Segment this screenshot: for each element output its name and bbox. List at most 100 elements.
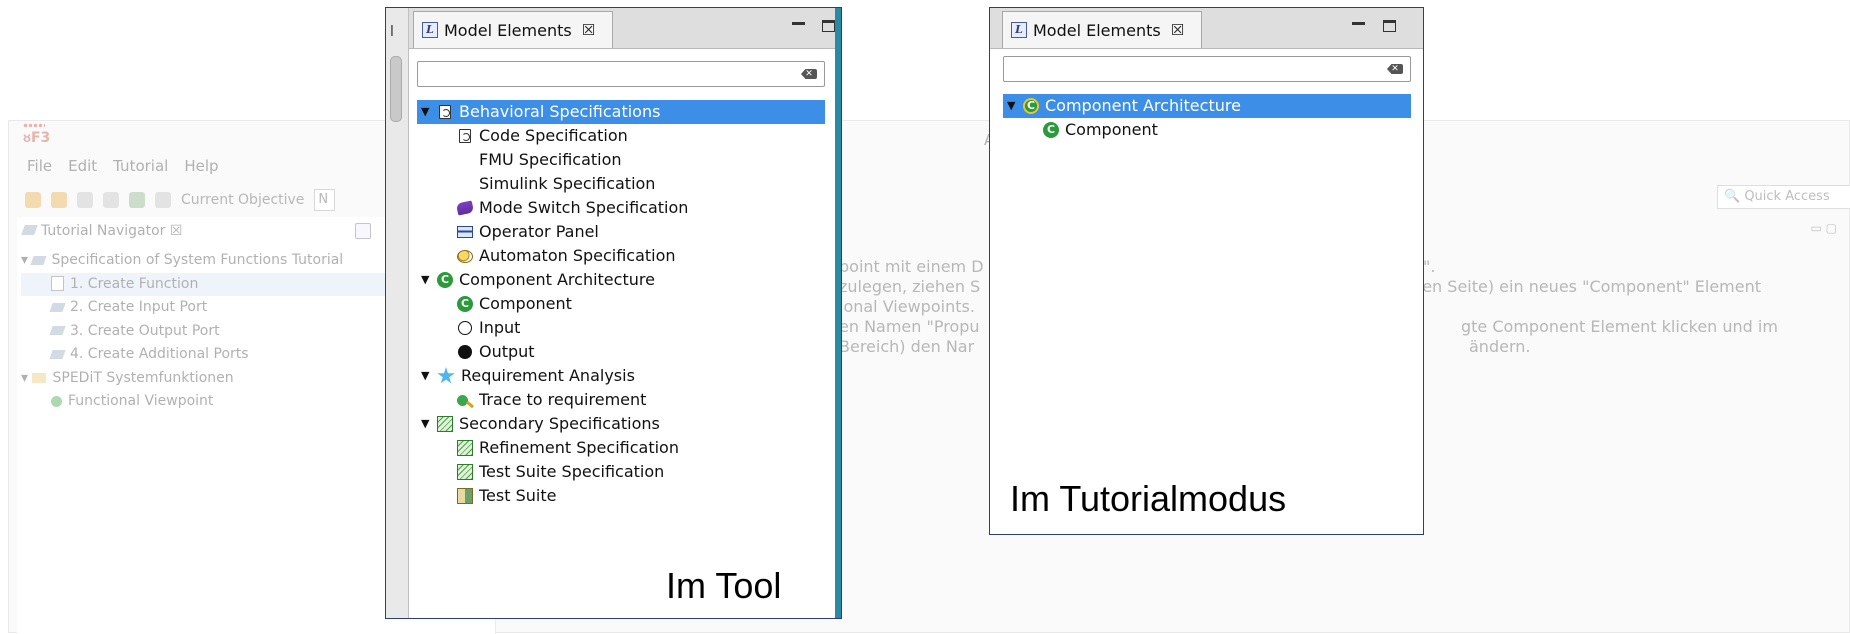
tree-item[interactable]: ▼ Component Architecture — [1003, 94, 1411, 118]
instruction-text: point mit einem D — [839, 257, 984, 276]
scrollbar-thumb[interactable] — [390, 56, 402, 122]
app-toolbar-icon[interactable] — [25, 192, 41, 208]
tree-item[interactable]: FMU Specification — [417, 148, 825, 172]
adjacent-view-edge: l — [386, 8, 409, 618]
menu-bar: File Edit Tutorial Help — [27, 157, 219, 175]
expand-arrow-icon[interactable]: ▼ — [421, 412, 431, 436]
view-tab-strip: L Model Elements ☒ — [409, 8, 841, 49]
navigator-item-label: SPEDiT Systemfunktionen — [52, 369, 234, 386]
expand-arrow-icon[interactable]: ▾ — [21, 370, 32, 386]
tree-item-label: Component Architecture — [459, 270, 655, 289]
model-elements-tree: ▼ Component Architecture Component — [1003, 94, 1411, 142]
tree-item[interactable]: Test Suite — [417, 484, 825, 508]
tree-item-label: Simulink Specification — [479, 174, 656, 193]
maximize-button[interactable] — [1383, 20, 1396, 32]
menu-tutorial[interactable]: Tutorial — [113, 157, 168, 175]
tree-item[interactable]: Component — [1003, 118, 1411, 142]
expand-arrow-icon[interactable]: ▾ — [21, 252, 32, 268]
tutorial-icon — [30, 255, 48, 265]
panel-right-edge — [835, 8, 841, 618]
instruction-text: chten Seite) ein neues "Component" Eleme… — [1397, 277, 1762, 296]
component-icon — [437, 272, 453, 288]
model-elements-tab[interactable]: L Model Elements ☒ — [413, 11, 613, 48]
maximize-button[interactable] — [822, 20, 835, 32]
model-elements-icon: L — [1011, 22, 1027, 38]
view-tab-strip: L Model Elements ☒ — [990, 8, 1423, 49]
mode-switch-icon — [455, 200, 475, 216]
star-icon — [437, 367, 455, 384]
tree-item-label: Behavioral Specifications — [459, 102, 661, 121]
automaton-icon — [457, 249, 473, 263]
tree-item[interactable]: Refinement Specification — [417, 436, 825, 460]
quick-access-placeholder: Quick Access — [1744, 189, 1830, 204]
menu-file[interactable]: File — [27, 157, 52, 175]
tree-item[interactable]: ▼ Secondary Specifications — [417, 412, 825, 436]
component-icon — [1023, 98, 1039, 114]
filter-input[interactable]: ✕ — [417, 61, 825, 87]
tree-item-label: Requirement Analysis — [461, 366, 635, 385]
model-elements-tab[interactable]: L Model Elements ☒ — [1002, 11, 1202, 48]
tree-item[interactable]: ▼ Behavioral Specifications — [417, 100, 825, 124]
menu-edit[interactable]: Edit — [68, 157, 97, 175]
back-icon[interactable] — [129, 192, 145, 208]
tree-item-label: Test Suite — [479, 486, 557, 505]
editor-window-controls[interactable]: ▭ ▢ — [1811, 221, 1838, 235]
expand-arrow-icon[interactable]: ▼ — [1007, 94, 1017, 118]
tree-item[interactable]: Test Suite Specification — [417, 460, 825, 484]
document-icon — [51, 276, 64, 291]
navigator-item-label: 4. Create Additional Ports — [70, 346, 249, 362]
tree-item[interactable]: Trace to requirement — [417, 388, 825, 412]
tree-item-label: Operator Panel — [479, 222, 599, 241]
tree-item[interactable]: Output — [417, 340, 825, 364]
tree-item-label: Code Specification — [479, 126, 628, 145]
tree-item[interactable]: ▼ Requirement Analysis — [417, 364, 825, 388]
tree-item[interactable]: Input — [417, 316, 825, 340]
tree-item-label: Automaton Specification — [479, 246, 676, 265]
collapse-all-icon[interactable] — [355, 223, 371, 239]
tree-item[interactable]: ▼ Component Architecture — [417, 268, 825, 292]
trace-icon — [457, 394, 468, 406]
filter-input[interactable]: ✕ — [1003, 56, 1411, 82]
secondary-spec-icon — [437, 416, 453, 432]
new-icon[interactable] — [51, 192, 67, 208]
tree-item[interactable]: Component — [417, 292, 825, 316]
tutorial-navigator-tab[interactable]: Tutorial Navigator ☒ — [21, 219, 183, 243]
clear-filter-icon[interactable]: ✕ — [801, 69, 817, 79]
component-icon — [51, 395, 62, 407]
navigator-item-label: 2. Create Input Port — [70, 299, 208, 315]
caption-im-tutorialmodus: Im Tutorialmodus — [1010, 478, 1287, 519]
blank-icon — [457, 176, 473, 192]
save-icon[interactable] — [77, 192, 93, 208]
tree-item-label: Trace to requirement — [479, 390, 647, 409]
tree-item[interactable]: Operator Panel — [417, 220, 825, 244]
navigator-icon — [21, 225, 38, 235]
menu-help[interactable]: Help — [184, 157, 218, 175]
close-icon[interactable]: ☒ — [170, 223, 183, 239]
tree-item[interactable]: Simulink Specification — [417, 172, 825, 196]
quick-access-input[interactable]: 🔍 Quick Access — [1717, 185, 1850, 209]
minimize-button[interactable] — [1352, 22, 1365, 25]
navigator-item-label: Functional Viewpoint — [68, 393, 214, 409]
tree-item[interactable]: Mode Switch Specification — [417, 196, 825, 220]
undo-icon[interactable] — [103, 192, 119, 208]
instruction-text: en Namen "Propu — [839, 317, 980, 336]
expand-arrow-icon[interactable]: ▼ — [421, 268, 431, 292]
tree-item[interactable]: Automaton Specification — [417, 244, 825, 268]
expand-arrow-icon[interactable]: ▼ — [421, 100, 431, 124]
minimize-button[interactable] — [792, 22, 805, 25]
current-objective-field[interactable]: N — [314, 189, 336, 211]
tree-item[interactable]: Code Specification — [417, 124, 825, 148]
forward-icon[interactable] — [155, 192, 171, 208]
model-elements-icon: L — [422, 22, 438, 38]
clear-filter-icon[interactable]: ✕ — [1387, 64, 1403, 74]
caption-im-tool: Im Tool — [666, 565, 782, 606]
operator-panel-icon — [457, 226, 473, 238]
close-icon[interactable]: ☒ — [1171, 21, 1184, 39]
tree-item-label: Component — [1065, 120, 1158, 139]
close-icon[interactable]: ☒ — [582, 21, 595, 39]
tree-item-label: Mode Switch Specification — [479, 198, 689, 217]
instruction-text: gte Component Element klicken und im — [1461, 317, 1778, 336]
tree-item-label: Output — [479, 342, 535, 361]
expand-arrow-icon[interactable]: ▼ — [421, 364, 431, 388]
model-elements-tab-label: Model Elements — [1033, 20, 1161, 40]
